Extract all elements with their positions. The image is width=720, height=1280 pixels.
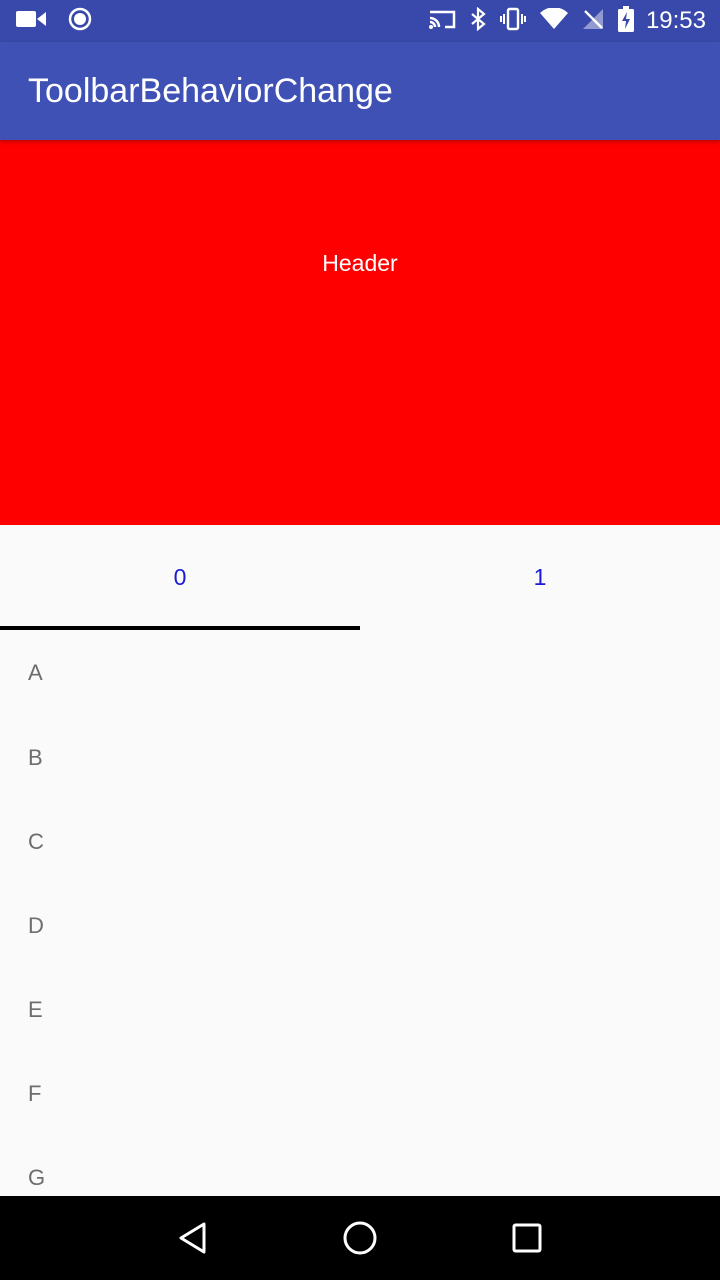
toolbar: ToolbarBehaviorChange (0, 42, 720, 140)
list-item[interactable]: E (0, 968, 720, 1052)
battery-charging-icon (617, 5, 634, 37)
list-item-label: G (28, 1165, 46, 1190)
header-panel: Header (0, 140, 720, 525)
header-label: Header (322, 250, 398, 276)
list-item[interactable]: B (0, 716, 720, 800)
tab-label: 1 (533, 564, 547, 590)
list-item[interactable]: D (0, 884, 720, 968)
list-item-label: C (28, 829, 44, 854)
tab-0[interactable]: 0 (0, 525, 360, 630)
toolbar-title: ToolbarBehaviorChange (28, 71, 393, 110)
bluetooth-icon (470, 6, 486, 36)
vibrate-icon (499, 7, 526, 36)
video-camera-icon (16, 10, 46, 33)
item-list[interactable]: A B C D E F G (0, 630, 720, 1196)
tab-bar: 0 1 (0, 525, 720, 630)
recents-icon[interactable] (487, 1198, 567, 1278)
list-item-label: B (28, 745, 43, 770)
record-icon (68, 7, 92, 36)
home-icon[interactable] (320, 1198, 400, 1278)
list-item[interactable]: G (0, 1136, 720, 1196)
back-icon[interactable] (153, 1198, 233, 1278)
list-item[interactable]: F (0, 1052, 720, 1136)
app-screen: 19:53 ToolbarBehaviorChange Header 0 1 A… (0, 0, 720, 1280)
tab-label: 0 (173, 564, 187, 590)
list-item[interactable]: C (0, 800, 720, 884)
list-item-label: E (28, 997, 43, 1022)
no-signal-icon (582, 8, 604, 35)
status-time: 19:53 (645, 7, 706, 34)
cast-icon (428, 8, 456, 35)
list-item[interactable]: A (0, 630, 720, 716)
list-item-label: A (28, 660, 43, 685)
list-item-label: F (28, 1081, 42, 1106)
tab-1[interactable]: 1 (360, 525, 720, 630)
wifi-icon (539, 6, 568, 35)
list-item-label: D (28, 913, 44, 938)
navigation-bar (0, 1196, 720, 1280)
status-bar: 19:53 (0, 0, 720, 42)
